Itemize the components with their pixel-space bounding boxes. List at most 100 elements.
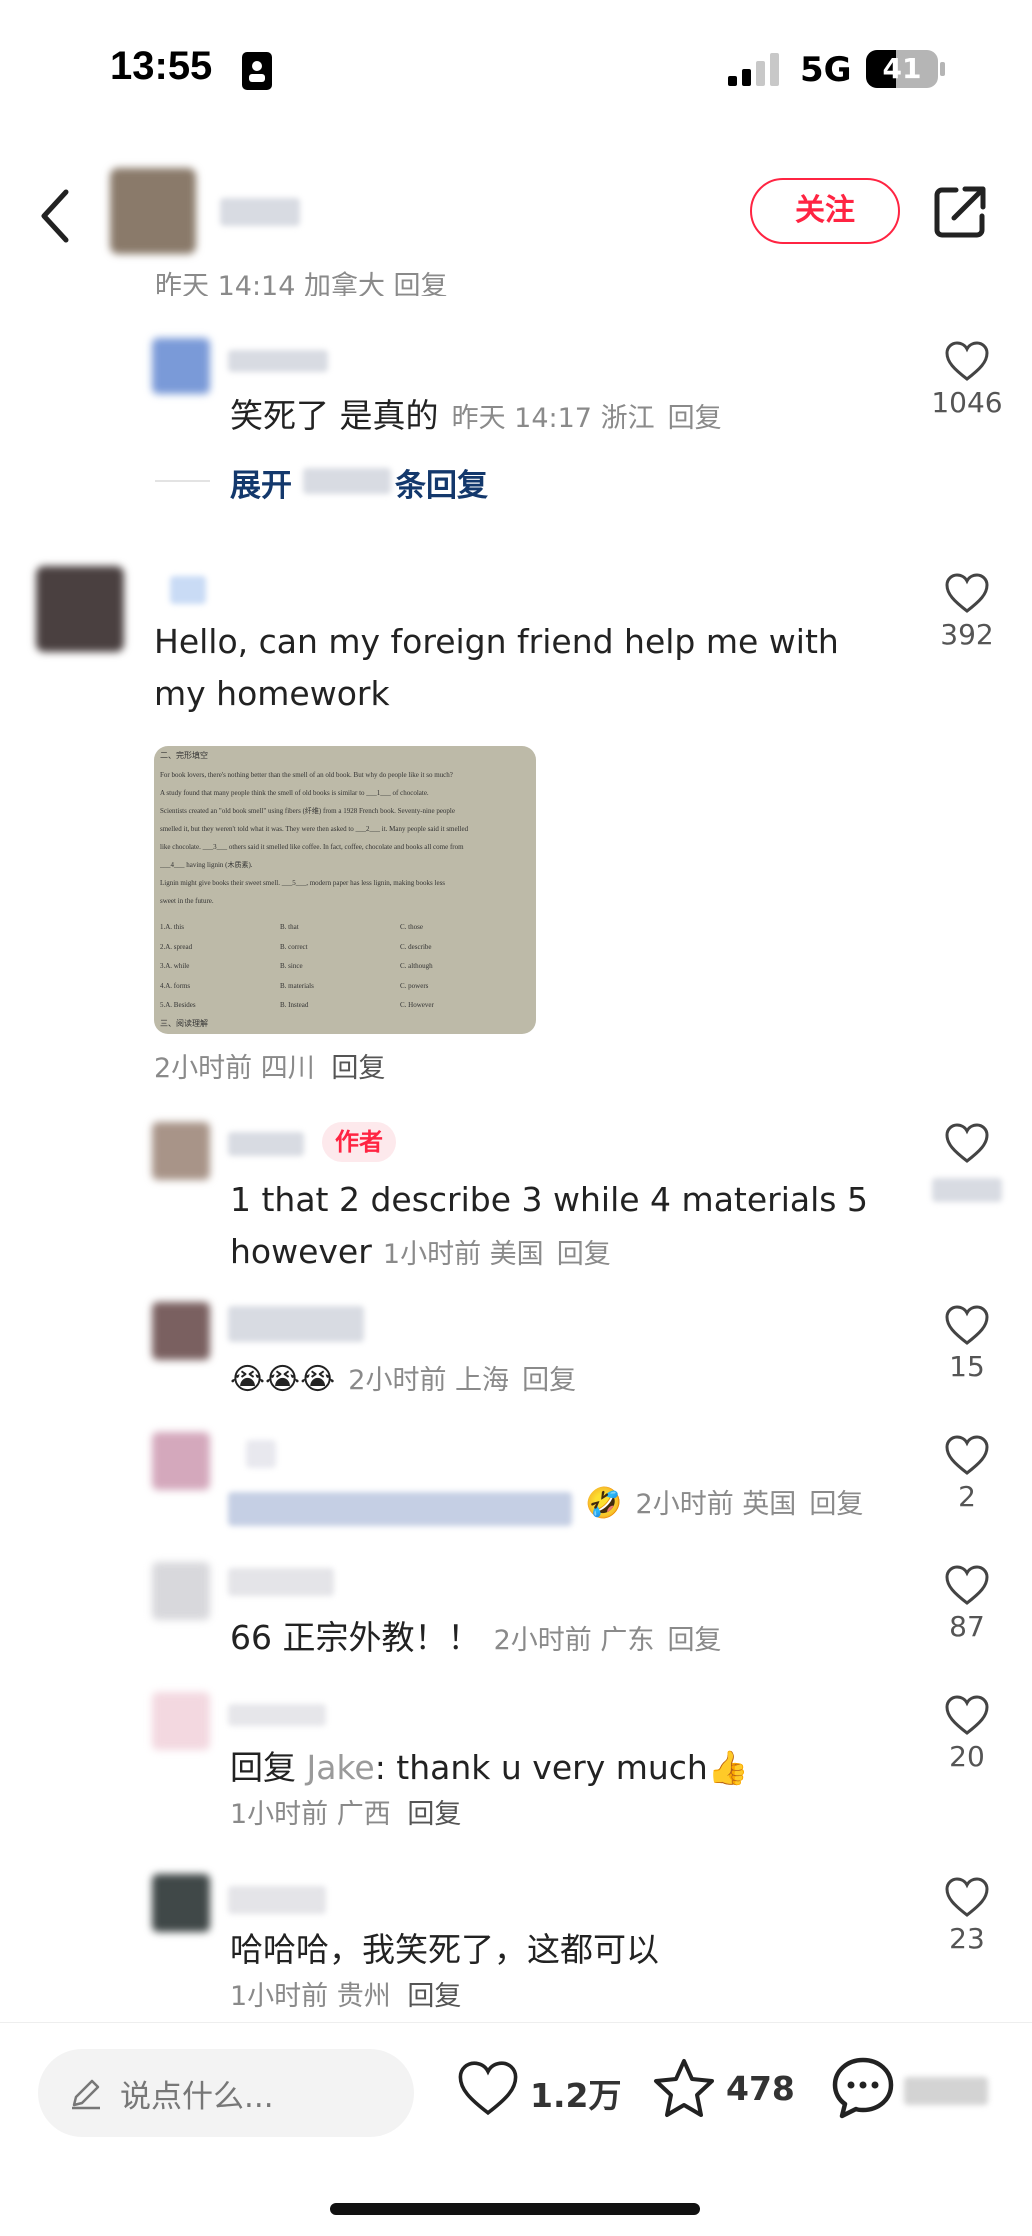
network-label: 5G	[800, 50, 852, 90]
image-footer: 三、阅读理解	[160, 1019, 208, 1028]
comment-text: 笑死了 是真的	[230, 396, 439, 435]
reply-link[interactable]: 回复	[557, 1239, 611, 1270]
avatar[interactable]	[152, 1692, 210, 1750]
username[interactable]	[228, 1704, 326, 1726]
image-option: 5.A. Besides	[160, 1001, 196, 1009]
favorite-count: 478	[726, 2069, 795, 2108]
username[interactable]	[228, 1306, 364, 1342]
heart-icon	[945, 1435, 989, 1475]
image-text-line: For book lovers, there's nothing better …	[160, 771, 453, 779]
comment-meta: 1小时前 贵州	[230, 1981, 391, 2012]
reply-comment: 回复 Jake: thank u very much👍 1小时前 广西 回复 2…	[0, 1690, 1032, 1840]
post-like-count: 1.2万	[530, 2076, 622, 2115]
reply-comment: 😭😭😭 2小时前 上海 回复 15	[0, 1300, 1032, 1410]
reply-link[interactable]: 回复	[667, 1625, 721, 1656]
partial-comment-meta: 昨天 14:14 加拿大 回复	[155, 271, 448, 296]
like-count: 1046	[931, 386, 1003, 419]
image-text-line: Lignin might give books their sweet smel…	[160, 879, 446, 887]
comment-meta: 2小时前 四川	[154, 1053, 315, 1084]
like-button[interactable]	[922, 1122, 1012, 1202]
reply-link[interactable]: 回复	[809, 1489, 863, 1520]
image-text-line: A study found that many people think the…	[160, 789, 429, 797]
username[interactable]	[246, 1440, 276, 1468]
username[interactable]	[228, 1132, 304, 1156]
like-button[interactable]: 392	[922, 572, 1012, 651]
avatar[interactable]	[152, 338, 210, 394]
username[interactable]	[228, 1886, 326, 1914]
heart-icon	[945, 341, 989, 381]
heart-icon	[945, 1305, 989, 1345]
avatar[interactable]	[152, 1302, 210, 1360]
image-option-row: 4.A. forms B. materials C. powers	[160, 977, 530, 997]
like-count: 15	[949, 1350, 985, 1383]
comment-meta: 2小时前 英国	[635, 1489, 797, 1520]
comment-text: Hello, can my foreign friend help me wit…	[154, 622, 839, 713]
image-option: B. since	[280, 962, 303, 970]
heart-icon	[458, 2061, 518, 2116]
image-option: 2.A. spread	[160, 942, 193, 951]
comment-text-hidden	[228, 1491, 572, 1526]
heart-icon	[945, 1123, 989, 1163]
avatar[interactable]	[152, 1122, 210, 1180]
image-option: 4.A. forms	[160, 981, 191, 990]
author-avatar[interactable]	[110, 168, 196, 254]
star-icon[interactable]	[652, 2057, 716, 2123]
avatar[interactable]	[152, 1874, 210, 1932]
signal-icon	[728, 52, 784, 92]
reply-link[interactable]: 回复	[331, 1053, 385, 1084]
expand-suffix: 条回复	[395, 468, 488, 504]
username[interactable]	[228, 350, 328, 372]
like-post-button[interactable]	[456, 2059, 520, 2121]
like-button[interactable]: 2	[922, 1434, 1012, 1513]
like-button[interactable]: 87	[922, 1564, 1012, 1643]
image-text-line: sweet in the future.	[160, 897, 214, 905]
image-option: B. correct	[280, 942, 308, 951]
reply-link[interactable]: 回复	[668, 403, 722, 434]
header: 关注	[0, 150, 1032, 270]
heart-icon	[945, 1877, 989, 1917]
like-button[interactable]: 23	[922, 1876, 1012, 1955]
reply-comment: 🤣 2小时前 英国 回复 2	[0, 1430, 1032, 1540]
follow-button[interactable]: 关注	[750, 178, 900, 244]
author-name[interactable]	[220, 198, 300, 226]
reply-prefix: 回复	[230, 1748, 307, 1787]
share-icon[interactable]	[932, 184, 988, 244]
reply-link[interactable]: 回复	[407, 1981, 461, 2012]
status-bar: 13:55 5G 41	[0, 0, 1032, 130]
mention-link[interactable]: Jake	[307, 1748, 375, 1787]
homework-image[interactable]: 二、完形填空 For book lovers, there's nothing …	[154, 746, 536, 1034]
image-option: 1.A. this	[160, 923, 184, 931]
reply-link[interactable]: 回复	[522, 1365, 576, 1396]
comment-icon[interactable]	[830, 2055, 896, 2125]
username[interactable]	[170, 576, 206, 604]
author-badge: 作者	[322, 1122, 396, 1162]
avatar[interactable]	[36, 566, 124, 652]
bottom-bar: 说点什么... 1.2万 478	[0, 2022, 1032, 2236]
like-count-hidden	[932, 1178, 1002, 1202]
like-button[interactable]: 1046	[922, 340, 1012, 419]
comment-meta: 昨天 14:17 浙江	[451, 403, 655, 434]
like-count: 392	[940, 618, 994, 651]
reply-comment: 哈哈哈，我笑死了，这都可以 1小时前 贵州 回复 23	[0, 1872, 1032, 2022]
main-comment: Hello, can my foreign friend help me wit…	[0, 560, 1032, 1090]
image-option: B. Instead	[280, 1001, 309, 1009]
like-button[interactable]: 15	[922, 1304, 1012, 1383]
like-count: 23	[949, 1922, 985, 1955]
back-icon[interactable]	[36, 188, 76, 248]
image-option-row: 2.A. spread B. correct C. describe	[160, 938, 530, 958]
avatar[interactable]	[152, 1432, 210, 1490]
comment-text: 🤣	[585, 1486, 623, 1521]
comment-meta: 2小时前 广东	[493, 1625, 655, 1656]
like-button[interactable]: 20	[922, 1694, 1012, 1773]
username[interactable]	[228, 1568, 334, 1596]
image-option: B. that	[280, 923, 299, 931]
reply-link[interactable]: 回复	[407, 1799, 461, 1830]
comment-input[interactable]: 说点什么...	[38, 2049, 414, 2137]
avatar[interactable]	[152, 1562, 210, 1620]
reply-comment: 笑死了 是真的 昨天 14:17 浙江 回复 1046	[0, 330, 1032, 435]
comment-count-hidden	[904, 2077, 988, 2105]
reply-comment-author: 作者 1 that 2 describe 3 while 4 materials…	[0, 1118, 1032, 1278]
comment-meta: 1小时前 广西	[230, 1799, 391, 1830]
input-placeholder: 说点什么...	[120, 2079, 274, 2115]
image-option-row: 3.A. while B. since C. although	[160, 957, 530, 977]
